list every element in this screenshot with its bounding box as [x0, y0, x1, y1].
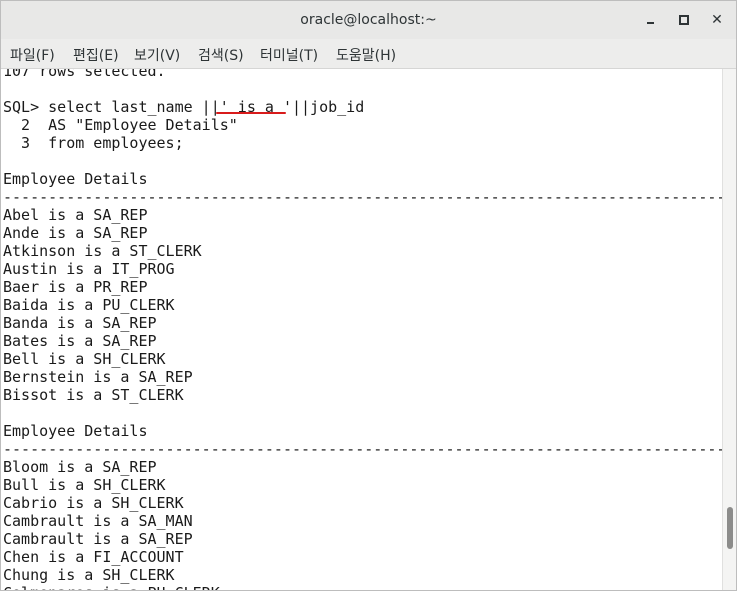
- terminal-line: Chen is a FI_ACCOUNT: [3, 548, 184, 566]
- terminal-line: 107 rows selected.: [3, 69, 166, 80]
- terminal-line: Cambrault is a SA_MAN: [3, 512, 193, 530]
- terminal-line: 2 AS "Employee Details": [3, 116, 238, 134]
- terminal-line: Bull is a SH_CLERK: [3, 476, 166, 494]
- terminal-line: Baida is a PU_CLERK: [3, 296, 175, 314]
- terminal-line: Ande is a SA_REP: [3, 224, 148, 242]
- terminal-line: Cambrault is a SA_REP: [3, 530, 193, 548]
- menu-edit[interactable]: 편집(E): [73, 45, 119, 65]
- terminal-line: Colmenares is a PU_CLERK: [3, 584, 220, 590]
- spellcheck-underline: [216, 112, 286, 114]
- maximize-button[interactable]: [674, 10, 694, 30]
- terminal-line: ----------------------------------------…: [3, 440, 722, 458]
- terminal-line: Cabrio is a SH_CLERK: [3, 494, 184, 512]
- window-title: oracle@localhost:~: [300, 12, 437, 28]
- terminal-line: Bell is a SH_CLERK: [3, 350, 166, 368]
- terminal-window: oracle@localhost:~ ✕ 파일(F) 편집(E) 보기(V) 검…: [0, 0, 737, 591]
- terminal-output[interactable]: Colmenares is a PU_CLERKChung is a SH_CL…: [1, 69, 722, 590]
- terminal-line: Bernstein is a SA_REP: [3, 368, 193, 386]
- terminal-line: Bates is a SA_REP: [3, 332, 157, 350]
- menu-search[interactable]: 검색(S): [198, 45, 244, 65]
- terminal-line: Atkinson is a ST_CLERK: [3, 242, 202, 260]
- terminal-line: Baer is a PR_REP: [3, 278, 148, 296]
- menu-view[interactable]: 보기(V): [134, 45, 180, 65]
- terminal-line: SQL> select last_name ||' is a '||job_id: [3, 98, 365, 116]
- terminal-line: Chung is a SH_CLERK: [3, 566, 175, 584]
- terminal-line: 3 from employees;: [3, 134, 184, 152]
- maximize-icon: [679, 15, 689, 25]
- terminal-line: Employee Details: [3, 422, 148, 440]
- menu-bar: 파일(F) 편집(E) 보기(V) 검색(S) 터미널(T) 도움말(H): [1, 39, 736, 69]
- terminal-line: Abel is a SA_REP: [3, 206, 148, 224]
- close-button[interactable]: ✕: [707, 10, 727, 30]
- terminal-line: Employee Details: [3, 170, 148, 188]
- terminal-line: ----------------------------------------…: [3, 188, 722, 206]
- scrollbar-thumb[interactable]: [727, 507, 733, 549]
- title-bar[interactable]: oracle@localhost:~ ✕: [1, 1, 736, 40]
- vertical-scrollbar[interactable]: [722, 69, 736, 590]
- close-icon: ✕: [711, 12, 723, 28]
- minimize-button[interactable]: [641, 10, 661, 30]
- terminal-line: Banda is a SA_REP: [3, 314, 157, 332]
- menu-help[interactable]: 도움말(H): [336, 45, 396, 65]
- terminal-line: Bissot is a ST_CLERK: [3, 386, 184, 404]
- menu-terminal[interactable]: 터미널(T): [260, 45, 318, 65]
- menu-file[interactable]: 파일(F): [10, 45, 55, 65]
- terminal-line: Bloom is a SA_REP: [3, 458, 157, 476]
- terminal-line: Austin is a IT_PROG: [3, 260, 175, 278]
- minimize-icon: [647, 22, 654, 24]
